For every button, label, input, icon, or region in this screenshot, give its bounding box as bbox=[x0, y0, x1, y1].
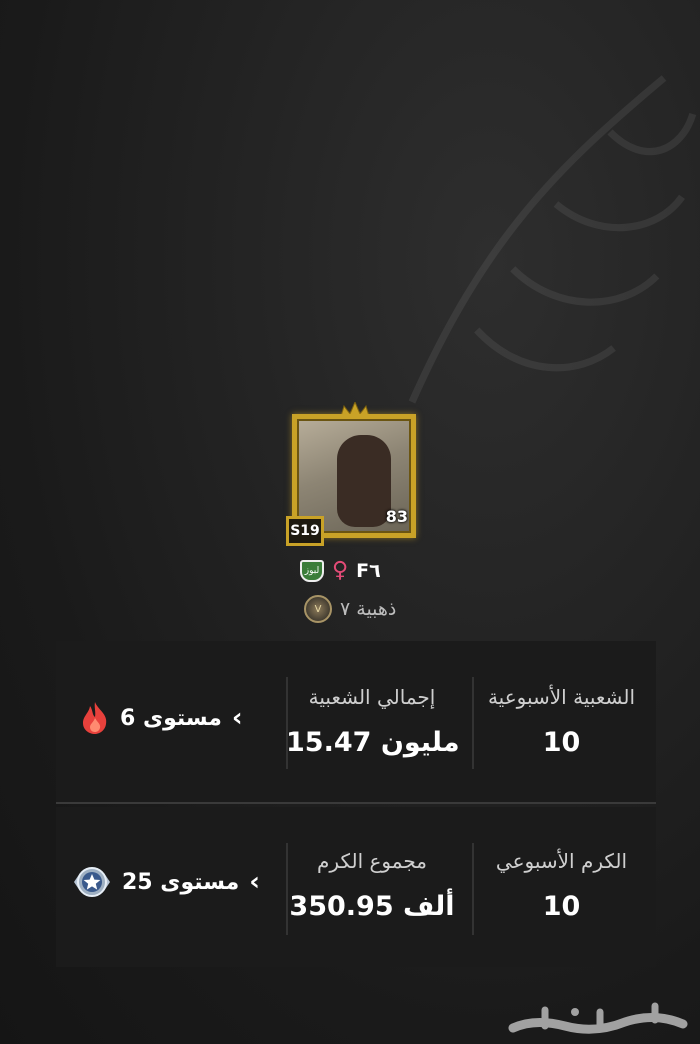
popularity-panel: الشعبية الأسبوعية 10 إجمالي الشعبية 15.4… bbox=[56, 641, 656, 802]
profile-avatar[interactable]: 83 S19 bbox=[284, 402, 426, 550]
column-divider bbox=[286, 843, 288, 935]
saudi-flag-icon: لبوز bbox=[300, 560, 324, 582]
rank-row: V ذهبية ٧ bbox=[304, 594, 396, 624]
weekly-popularity-value: 10 bbox=[542, 727, 581, 758]
weekly-generosity-value: 10 bbox=[542, 891, 581, 922]
female-gender-icon: ♀ bbox=[332, 558, 349, 583]
popularity-level-link[interactable]: مستوى 6 ‹ bbox=[80, 701, 243, 735]
user-code: F٦ bbox=[356, 560, 381, 582]
chevron-left-icon: ‹ bbox=[249, 867, 260, 897]
column-divider bbox=[472, 677, 474, 769]
star-badge-icon bbox=[74, 867, 110, 897]
popularity-level-text: مستوى 6 bbox=[120, 705, 222, 731]
panel-divider bbox=[56, 802, 656, 804]
rank-label: ذهبية ٧ bbox=[340, 598, 397, 620]
total-popularity-value: 15.47 مليون bbox=[286, 727, 460, 758]
season-badge: S19 bbox=[286, 516, 324, 546]
generosity-panel: الكرم الأسبوعي 10 مجموع الكرم 350.95 ألف… bbox=[56, 807, 656, 967]
flag-label: لبوز bbox=[304, 566, 320, 576]
haraj-watermark-logo bbox=[508, 1002, 688, 1034]
column-divider bbox=[472, 843, 474, 935]
rank-icon-glyph: V bbox=[314, 603, 322, 615]
total-popularity-label: إجمالي الشعبية bbox=[308, 685, 436, 709]
gold-rank-icon: V bbox=[304, 595, 332, 623]
user-level-badge: 83 bbox=[385, 507, 408, 526]
generosity-level-text: مستوى 25 bbox=[122, 869, 240, 895]
generosity-level-link[interactable]: مستوى 25 ‹ bbox=[72, 865, 260, 899]
fire-icon bbox=[83, 702, 107, 734]
weekly-popularity-label: الشعبية الأسبوعية bbox=[487, 685, 636, 709]
weekly-generosity-label: الكرم الأسبوعي bbox=[495, 849, 628, 873]
total-generosity-label: مجموع الكرم bbox=[317, 849, 427, 873]
profile-info-row: لبوز ♀ F٦ bbox=[300, 558, 410, 584]
total-generosity-value: 350.95 ألف bbox=[289, 891, 455, 922]
chevron-left-icon: ‹ bbox=[231, 703, 243, 733]
background-leaf-decoration bbox=[408, 75, 697, 404]
column-divider bbox=[286, 677, 288, 769]
avatar-photo bbox=[337, 435, 391, 527]
